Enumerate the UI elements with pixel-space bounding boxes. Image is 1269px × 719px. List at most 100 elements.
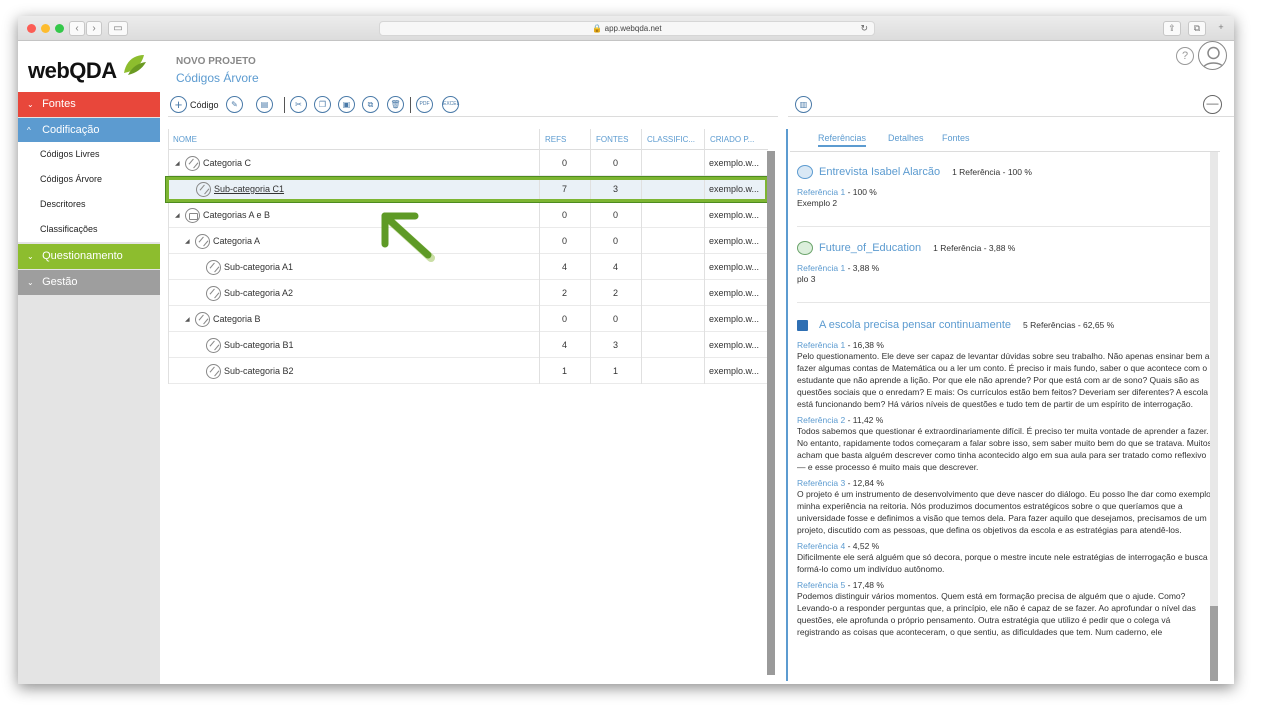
tab-referencias[interactable]: Referências <box>818 133 867 147</box>
sidebar-item-descritores[interactable]: Descritores <box>18 192 160 217</box>
sidebar-item-classificacoes[interactable]: Classificações <box>18 217 160 242</box>
reference-text: Todos sabemos que questionar é extraordi… <box>797 426 1212 472</box>
export-pdf-button[interactable]: PDF <box>416 96 433 113</box>
green-arrow-icon <box>381 212 435 262</box>
source-title[interactable]: Future_of_Education <box>819 242 921 254</box>
row-criado: exemplo.w... <box>709 210 760 220</box>
source-title[interactable]: A escola precisa pensar continuamente <box>819 319 1011 331</box>
column-header-criado-por[interactable]: CRIADO P... <box>710 135 754 144</box>
column-divider <box>168 129 169 384</box>
column-divider <box>704 129 705 384</box>
interview-source-icon <box>797 165 813 179</box>
table-row[interactable]: Sub-categoria A1 4 4 exemplo.w... <box>168 254 768 280</box>
row-name: Categorias A e B <box>203 210 271 220</box>
sidebar-toggle-button[interactable]: ▭ <box>108 21 128 36</box>
table-row[interactable]: Sub-categoria B2 1 1 exemplo.w... <box>168 358 768 384</box>
duplicate-button[interactable]: ⧉ <box>362 96 379 113</box>
reference-link[interactable]: Referência 2 <box>797 415 845 425</box>
references-toolbar: ▥ — <box>788 91 1234 117</box>
expand-triangle-icon[interactable]: ◢ <box>185 316 190 323</box>
reference-link[interactable]: Referência 1 <box>797 187 845 197</box>
help-icon[interactable]: ? <box>1176 47 1194 65</box>
plus-icon: + <box>1218 22 1224 32</box>
expand-triangle-icon[interactable]: ◢ <box>175 160 180 167</box>
row-criado: exemplo.w... <box>709 314 760 324</box>
table-row[interactable]: ◢ Categoria B 0 0 exemplo.w... <box>168 306 768 332</box>
row-fontes: 0 <box>613 236 619 246</box>
expand-triangle-icon[interactable]: ◢ <box>185 238 190 245</box>
source-title[interactable]: Entrevista Isabel Alarcão <box>819 166 940 178</box>
tabs-button[interactable]: ⧉ <box>1188 21 1206 36</box>
table-row[interactable]: Sub-categoria A2 2 2 exemplo.w... <box>168 280 768 306</box>
add-code-button[interactable]: + <box>170 96 187 113</box>
reference-link[interactable]: Referência 5 <box>797 580 845 590</box>
chevron-up-icon: ^ <box>27 126 31 135</box>
minimize-window-button[interactable] <box>41 24 50 33</box>
expand-triangle-icon[interactable]: ◢ <box>175 212 180 219</box>
person-icon <box>1202 46 1225 69</box>
tab-fontes[interactable]: Fontes <box>942 133 970 143</box>
column-header-refs[interactable]: REFS <box>545 135 566 144</box>
add-code-label[interactable]: Código <box>190 100 219 110</box>
column-header-fontes[interactable]: FONTES <box>596 135 628 144</box>
table-row[interactable]: ◢ Categoria C 0 0 exemplo.w... <box>168 150 768 176</box>
back-button[interactable]: ‹ <box>69 21 85 36</box>
sidebar-item-codigos-arvore[interactable]: Códigos Árvore <box>18 167 160 192</box>
table-scrollbar[interactable] <box>767 151 775 675</box>
share-button[interactable]: ⇪ <box>1163 21 1181 36</box>
user-avatar-icon[interactable] <box>1198 41 1227 70</box>
table-row[interactable]: ◢ Categorias A e B 0 0 exemplo.w... <box>168 202 768 228</box>
column-header-classificacao[interactable]: CLASSIFIC... <box>647 135 695 144</box>
clipboard-button[interactable]: ▤ <box>256 96 273 113</box>
collapse-panel-button[interactable]: — <box>1203 95 1222 114</box>
source-ref-count: 1 Referência - 100 % <box>952 167 1032 177</box>
tab-detalhes[interactable]: Detalhes <box>888 133 924 143</box>
webqda-logo[interactable]: webQDA <box>28 58 117 84</box>
reference-text: O projeto é um instrumento de desenvolvi… <box>797 489 1211 535</box>
new-tab-button[interactable]: + <box>1214 21 1228 36</box>
table-row[interactable]: Sub-categoria B1 4 3 exemplo.w... <box>168 332 768 358</box>
copy-button[interactable]: ❐ <box>314 96 331 113</box>
toolbar-separator <box>410 97 411 113</box>
export-excel-button[interactable]: EXCEL <box>442 96 459 113</box>
columns-button[interactable]: ▥ <box>795 96 812 113</box>
reload-icon[interactable]: ↻ <box>860 22 868 35</box>
zoom-window-button[interactable] <box>55 24 64 33</box>
row-criado: exemplo.w... <box>709 262 760 272</box>
sidebar-section-label: Fontes <box>42 98 76 110</box>
table-row[interactable]: ◢ Categoria A 0 0 exemplo.w... <box>168 228 768 254</box>
table-header: NOME REFS FONTES CLASSIFIC... CRIADO P..… <box>168 129 768 150</box>
code-node-icon <box>206 259 221 275</box>
reference-link[interactable]: Referência 1 <box>797 340 845 350</box>
sidebar-item-codigos-livres[interactable]: Códigos Livres <box>18 142 160 167</box>
sidebar-section-questionamento[interactable]: ⌄ Questionamento <box>18 244 160 269</box>
forward-button[interactable]: › <box>86 21 102 36</box>
scissors-icon: ✂ <box>295 100 302 109</box>
delete-button[interactable]: 🗑 <box>387 96 404 113</box>
sidebar-section-codificacao[interactable]: ^ Codificação <box>18 118 160 143</box>
row-refs: 2 <box>562 288 568 298</box>
cut-button[interactable]: ✂ <box>290 96 307 113</box>
address-bar[interactable]: 🔒 app.webqda.net ↻ <box>379 21 875 36</box>
reference-link[interactable]: Referência 3 <box>797 478 845 488</box>
edit-button[interactable]: ✎ <box>226 96 243 113</box>
references-scrollbar[interactable] <box>1210 152 1218 681</box>
reference-text: Dificilmente ele será alguém que só deco… <box>797 552 1208 574</box>
reference-link[interactable]: Referência 1 <box>797 263 845 273</box>
row-fontes: 2 <box>613 288 619 298</box>
pencil-icon: ✎ <box>231 100 238 109</box>
document-source-icon <box>797 319 808 331</box>
scrollbar-thumb[interactable] <box>1210 606 1218 681</box>
row-fontes: 0 <box>613 158 619 168</box>
sidebar-section-fontes[interactable]: ⌄ Fontes <box>18 92 160 117</box>
code-node-icon <box>206 363 221 379</box>
tabs-icon: ⧉ <box>1193 23 1201 33</box>
references-tabs: Referências Detalhes Fontes <box>803 129 1223 151</box>
paste-button[interactable]: ▣ <box>338 96 355 113</box>
close-window-button[interactable] <box>27 24 36 33</box>
reference-text: Exemplo 2 <box>797 198 838 208</box>
column-header-nome[interactable]: NOME <box>173 135 197 144</box>
sidebar-section-gestao[interactable]: ⌄ Gestão <box>18 270 160 295</box>
copy-icon: ❐ <box>318 100 327 109</box>
reference-link[interactable]: Referência 4 <box>797 541 845 551</box>
